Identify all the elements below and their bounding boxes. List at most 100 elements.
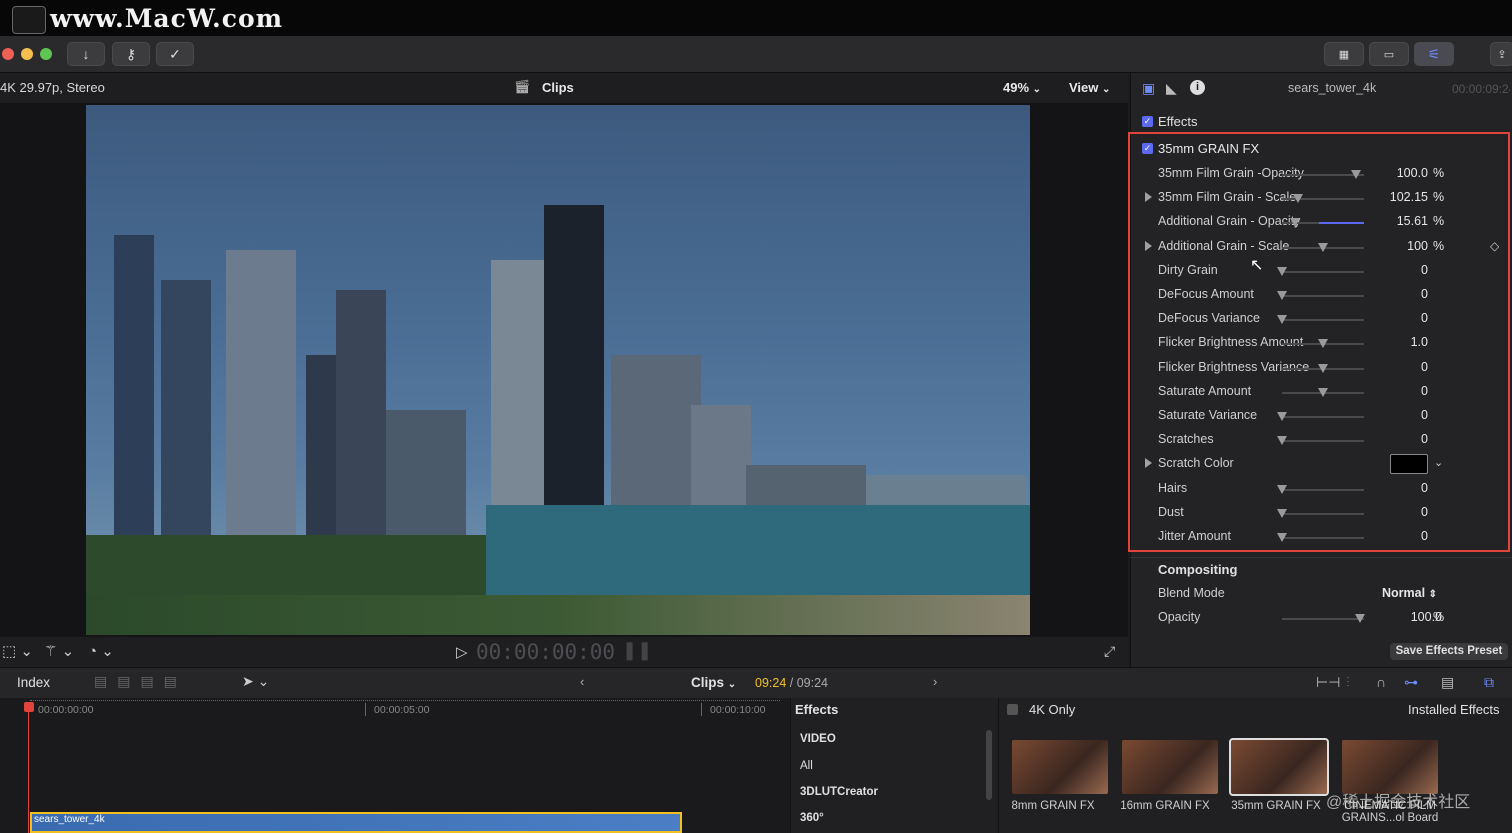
chevron-down-icon[interactable]: ⌄ [1434, 456, 1443, 469]
playhead-handle[interactable] [24, 702, 34, 712]
zoom-window-button[interactable] [40, 48, 52, 60]
param-value-flicker-brightness-variance[interactable]: 0 [1368, 360, 1428, 374]
param-slider-knob-35mm-film-grain-opacity[interactable] [1351, 170, 1361, 179]
param-slider-knob-dirty-grain[interactable] [1277, 267, 1287, 276]
keywords-button[interactable]: ⚷ [112, 42, 150, 66]
param-value-flicker-brightness-amount[interactable]: 1.0 [1368, 335, 1428, 349]
param-value-hairs[interactable]: 0 [1368, 481, 1428, 495]
param-slider-knob-dust[interactable] [1277, 509, 1287, 518]
ruler-mark [701, 703, 702, 716]
param-label-flicker-brightness-amount: Flicker Brightness Amount [1158, 335, 1304, 349]
param-value-dust[interactable]: 0 [1368, 505, 1428, 519]
opacity-slider-knob[interactable] [1355, 614, 1365, 623]
playhead[interactable] [28, 704, 29, 833]
timeline-clip[interactable] [30, 812, 682, 833]
param-label-scratches: Scratches [1158, 432, 1214, 446]
enhance-wand-icon[interactable]: ⚚ ⌄ [44, 642, 74, 660]
edit-buttons-icon[interactable]: ▤▤▤▤ [94, 673, 187, 690]
param-value-saturate-variance[interactable]: 0 [1368, 408, 1428, 422]
param-slider-knob-flicker-brightness-variance[interactable] [1318, 364, 1328, 373]
param-value-35mm-film-grain-scale[interactable]: 102.15 [1368, 190, 1428, 204]
video-inspector-tab[interactable]: ▣ [1142, 80, 1155, 97]
audio-waveform-icon[interactable]: ⫶ [1346, 674, 1350, 691]
param-slider-knob-additional-grain-scale[interactable] [1318, 243, 1328, 252]
param-value-dirty-grain[interactable]: 0 [1368, 263, 1428, 277]
timeline-toggle-button[interactable]: ▭ [1369, 42, 1409, 66]
view-menu[interactable]: View ⌄ [1069, 80, 1110, 95]
param-slider-knob-saturate-variance[interactable] [1277, 412, 1287, 421]
param-slider-knob-defocus-variance[interactable] [1277, 315, 1287, 324]
select-tool-icon[interactable]: ➤ ⌄ [242, 673, 269, 690]
effect-enable-checkbox[interactable]: ✓ [1142, 143, 1153, 154]
index-button[interactable]: Index [17, 675, 50, 690]
param-value-defocus-amount[interactable]: 0 [1368, 287, 1428, 301]
disclosure-triangle-icon[interactable] [1145, 458, 1152, 468]
fullscreen-icon[interactable]: ⤢ [1104, 643, 1115, 660]
param-slider-knob-additional-grain-opacity[interactable] [1290, 218, 1300, 227]
param-value-saturate-amount[interactable]: 0 [1368, 384, 1428, 398]
param-slider-dirty-grain[interactable] [1282, 271, 1364, 273]
solo-icon[interactable]: ⊶ [1404, 674, 1418, 691]
disclosure-triangle-icon[interactable] [1145, 241, 1152, 251]
param-slider-knob-hairs[interactable] [1277, 485, 1287, 494]
param-value-additional-grain-scale[interactable]: 100 [1368, 239, 1428, 253]
param-slider-dust[interactable] [1282, 513, 1364, 515]
effect-label-8mm: 8mm GRAIN FX [1011, 800, 1095, 812]
filmstrip-icon[interactable]: ▤ [1441, 674, 1454, 691]
param-slider-defocus-amount[interactable] [1282, 295, 1364, 297]
effects-browser-icon[interactable]: ⧉ [1484, 674, 1494, 691]
effects-enable-checkbox[interactable]: ✓ [1142, 116, 1153, 127]
param-value-jitter-amount[interactable]: 0 [1368, 529, 1428, 543]
clip-appearance-icon[interactable]: ⊢⊣ [1316, 674, 1340, 691]
param-value-additional-grain-opacity[interactable]: 15.61 [1368, 214, 1428, 228]
import-button[interactable]: ↓ [67, 42, 105, 66]
category-video[interactable]: VIDEO [800, 733, 836, 745]
effect-thumb-cinematic[interactable] [1342, 740, 1438, 794]
inspector-clip-name: sears_tower_4k [1288, 81, 1377, 95]
param-slider-knob-saturate-amount[interactable] [1318, 388, 1328, 397]
param-value-defocus-variance[interactable]: 0 [1368, 311, 1428, 325]
info-inspector-tab[interactable]: i [1190, 80, 1205, 95]
param-value-scratches[interactable]: 0 [1368, 432, 1428, 446]
opacity-slider[interactable] [1282, 618, 1364, 620]
inspector-toggle-button[interactable]: ⚟ [1414, 42, 1454, 66]
headphones-icon[interactable]: ∩ [1376, 674, 1386, 690]
param-slider-knob-flicker-brightness-amount[interactable] [1318, 339, 1328, 348]
param-slider-hairs[interactable] [1282, 489, 1364, 491]
zoom-level-menu[interactable]: 49% ⌄ [1003, 80, 1041, 95]
effect-thumb-16mm[interactable] [1122, 740, 1218, 794]
transform-tool-icon[interactable]: ⬚ ⌄ [2, 642, 33, 660]
timeline-clips-menu[interactable]: Clips ⌄ [691, 675, 736, 690]
effect-thumb-8mm[interactable] [1012, 740, 1108, 794]
4k-only-checkbox[interactable] [1007, 704, 1018, 715]
minimize-window-button[interactable] [21, 48, 33, 60]
param-slider-knob-jitter-amount[interactable] [1277, 533, 1287, 542]
param-slider-knob-scratches[interactable] [1277, 436, 1287, 445]
disclosure-triangle-icon[interactable] [1145, 192, 1152, 202]
close-window-button[interactable] [2, 48, 14, 60]
blend-mode-select[interactable]: Normal ⇕ [1382, 586, 1437, 600]
keyframe-diamond-icon[interactable]: ◇ [1490, 239, 1499, 253]
param-slider-saturate-variance[interactable] [1282, 416, 1364, 418]
share-button[interactable]: ⇪ [1490, 42, 1512, 66]
categories-scrollbar[interactable] [986, 730, 992, 800]
param-value-35mm-film-grain-opacity[interactable]: 100.0 [1368, 166, 1428, 180]
save-effects-preset-button[interactable]: Save Effects Preset [1390, 643, 1508, 660]
retime-speed-icon[interactable]: ◔ ⌄ [88, 642, 114, 660]
category-360[interactable]: 360° [800, 812, 824, 824]
param-slider-knob-defocus-amount[interactable] [1277, 291, 1287, 300]
play-button[interactable]: ▷ [456, 643, 468, 661]
effect-thumb-35mm[interactable] [1229, 738, 1329, 796]
param-slider-scratches[interactable] [1282, 440, 1364, 442]
previous-clip-icon[interactable]: ‹ [580, 674, 584, 689]
browser-toggle-button[interactable]: ▦ [1324, 42, 1364, 66]
background-tasks-button[interactable]: ✓ [156, 42, 194, 66]
category-all[interactable]: All [800, 760, 813, 772]
next-clip-icon[interactable]: › [933, 674, 937, 689]
color-inspector-tab[interactable]: ◣ [1166, 80, 1177, 97]
category-3dlutcreator[interactable]: 3DLUTCreator [800, 786, 878, 798]
scratch-color-well[interactable] [1390, 454, 1428, 474]
param-slider-defocus-variance[interactable] [1282, 319, 1364, 321]
param-slider-jitter-amount[interactable] [1282, 537, 1364, 539]
param-slider-knob-35mm-film-grain-scale[interactable] [1293, 194, 1303, 203]
